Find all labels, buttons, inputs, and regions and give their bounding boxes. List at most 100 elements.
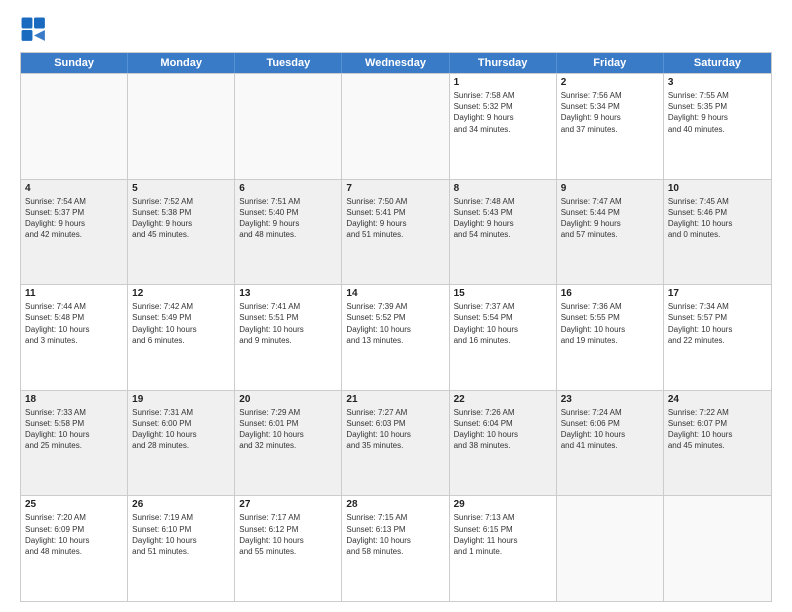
calendar-cell: [128, 74, 235, 179]
cell-info: Sunrise: 7:22 AM Sunset: 6:07 PM Dayligh…: [668, 407, 767, 452]
calendar-cell: [21, 74, 128, 179]
cell-info: Sunrise: 7:55 AM Sunset: 5:35 PM Dayligh…: [668, 90, 767, 135]
cell-date-number: 18: [25, 394, 123, 405]
calendar-cell: 5Sunrise: 7:52 AM Sunset: 5:38 PM Daylig…: [128, 180, 235, 285]
cell-info: Sunrise: 7:41 AM Sunset: 5:51 PM Dayligh…: [239, 301, 337, 346]
cell-date-number: 3: [668, 77, 767, 88]
calendar-cell: 1Sunrise: 7:58 AM Sunset: 5:32 PM Daylig…: [450, 74, 557, 179]
cell-date-number: 11: [25, 288, 123, 299]
cell-info: Sunrise: 7:17 AM Sunset: 6:12 PM Dayligh…: [239, 512, 337, 557]
calendar-cell: 4 Sunrise: 7:54 AM Sunset: 5:37 PM Daylig…: [21, 180, 128, 285]
calendar-cell: [664, 496, 771, 601]
calendar-cell: 10Sunrise: 7:45 AM Sunset: 5:46 PM Dayli…: [664, 180, 771, 285]
cell-info: Sunrise: 7:42 AM Sunset: 5:49 PM Dayligh…: [132, 301, 230, 346]
cell-info: Sunrise: 7:26 AM Sunset: 6:04 PM Dayligh…: [454, 407, 552, 452]
calendar-cell: 15 Sunrise: 7:37 AM Sunset: 5:54 PM Dayli…: [450, 285, 557, 390]
day-header-thursday: Thursday: [450, 53, 557, 73]
calendar-cell: 19 Sunrise: 7:31 AM Sunset: 6:00 PM Dayli…: [128, 391, 235, 496]
calendar-row-2: 4 Sunrise: 7:54 AM Sunset: 5:37 PM Daylig…: [21, 179, 771, 285]
logo: [20, 16, 52, 44]
calendar-cell: 23 Sunrise: 7:24 AM Sunset: 6:06 PM Dayli…: [557, 391, 664, 496]
calendar-row-1: 1Sunrise: 7:58 AM Sunset: 5:32 PM Daylig…: [21, 73, 771, 179]
calendar-cell: 27Sunrise: 7:17 AM Sunset: 6:12 PM Dayli…: [235, 496, 342, 601]
calendar-cell: 26 Sunrise: 7:19 AM Sunset: 6:10 PM Dayli…: [128, 496, 235, 601]
calendar-cell: 6 Sunrise: 7:51 AM Sunset: 5:40 PM Daylig…: [235, 180, 342, 285]
calendar-row-5: 25 Sunrise: 7:20 AM Sunset: 6:09 PM Dayli…: [21, 495, 771, 601]
cell-info: Sunrise: 7:24 AM Sunset: 6:06 PM Dayligh…: [561, 407, 659, 452]
day-header-tuesday: Tuesday: [235, 53, 342, 73]
cell-date-number: 4: [25, 183, 123, 194]
calendar-cell: 14Sunrise: 7:39 AM Sunset: 5:52 PM Dayli…: [342, 285, 449, 390]
calendar-cell: 9 Sunrise: 7:47 AM Sunset: 5:44 PM Daylig…: [557, 180, 664, 285]
calendar-cell: 7 Sunrise: 7:50 AM Sunset: 5:41 PM Daylig…: [342, 180, 449, 285]
cell-date-number: 8: [454, 183, 552, 194]
cell-date-number: 13: [239, 288, 337, 299]
calendar-cell: 24 Sunrise: 7:22 AM Sunset: 6:07 PM Dayli…: [664, 391, 771, 496]
cell-date-number: 9: [561, 183, 659, 194]
calendar-body: 1Sunrise: 7:58 AM Sunset: 5:32 PM Daylig…: [21, 73, 771, 601]
cell-info: Sunrise: 7:37 AM Sunset: 5:54 PM Dayligh…: [454, 301, 552, 346]
cell-info: Sunrise: 7:48 AM Sunset: 5:43 PM Dayligh…: [454, 196, 552, 241]
cell-date-number: 12: [132, 288, 230, 299]
day-header-friday: Friday: [557, 53, 664, 73]
cell-info: Sunrise: 7:56 AM Sunset: 5:34 PM Dayligh…: [561, 90, 659, 135]
cell-date-number: 2: [561, 77, 659, 88]
calendar-cell: [235, 74, 342, 179]
calendar-cell: 28 Sunrise: 7:15 AM Sunset: 6:13 PM Dayli…: [342, 496, 449, 601]
cell-info: Sunrise: 7:29 AM Sunset: 6:01 PM Dayligh…: [239, 407, 337, 452]
cell-info: Sunrise: 7:54 AM Sunset: 5:37 PM Dayligh…: [25, 196, 123, 241]
cell-date-number: 24: [668, 394, 767, 405]
cell-date-number: 16: [561, 288, 659, 299]
day-header-monday: Monday: [128, 53, 235, 73]
cell-date-number: 20: [239, 394, 337, 405]
calendar-row-3: 11 Sunrise: 7:44 AM Sunset: 5:48 PM Dayli…: [21, 284, 771, 390]
cell-date-number: 25: [25, 499, 123, 510]
calendar-cell: 13 Sunrise: 7:41 AM Sunset: 5:51 PM Dayli…: [235, 285, 342, 390]
day-header-saturday: Saturday: [664, 53, 771, 73]
calendar-cell: 17 Sunrise: 7:34 AM Sunset: 5:57 PM Dayli…: [664, 285, 771, 390]
cell-date-number: 17: [668, 288, 767, 299]
calendar: SundayMondayTuesdayWednesdayThursdayFrid…: [20, 52, 772, 602]
cell-info: Sunrise: 7:31 AM Sunset: 6:00 PM Dayligh…: [132, 407, 230, 452]
cell-info: Sunrise: 7:47 AM Sunset: 5:44 PM Dayligh…: [561, 196, 659, 241]
calendar-cell: 25 Sunrise: 7:20 AM Sunset: 6:09 PM Dayli…: [21, 496, 128, 601]
cell-date-number: 28: [346, 499, 444, 510]
cell-date-number: 29: [454, 499, 552, 510]
cell-info: Sunrise: 7:34 AM Sunset: 5:57 PM Dayligh…: [668, 301, 767, 346]
cell-info: Sunrise: 7:51 AM Sunset: 5:40 PM Dayligh…: [239, 196, 337, 241]
calendar-cell: 3 Sunrise: 7:55 AM Sunset: 5:35 PM Daylig…: [664, 74, 771, 179]
calendar-cell: 18 Sunrise: 7:33 AM Sunset: 5:58 PM Dayli…: [21, 391, 128, 496]
cell-info: Sunrise: 7:45 AM Sunset: 5:46 PM Dayligh…: [668, 196, 767, 241]
cell-date-number: 26: [132, 499, 230, 510]
cell-date-number: 15: [454, 288, 552, 299]
calendar-cell: 12 Sunrise: 7:42 AM Sunset: 5:49 PM Dayli…: [128, 285, 235, 390]
cell-info: Sunrise: 7:36 AM Sunset: 5:55 PM Dayligh…: [561, 301, 659, 346]
cell-info: Sunrise: 7:50 AM Sunset: 5:41 PM Dayligh…: [346, 196, 444, 241]
cell-info: Sunrise: 7:33 AM Sunset: 5:58 PM Dayligh…: [25, 407, 123, 452]
cell-date-number: 7: [346, 183, 444, 194]
cell-date-number: 19: [132, 394, 230, 405]
calendar-row-4: 18 Sunrise: 7:33 AM Sunset: 5:58 PM Dayli…: [21, 390, 771, 496]
header: [20, 16, 772, 44]
cell-info: Sunrise: 7:15 AM Sunset: 6:13 PM Dayligh…: [346, 512, 444, 557]
cell-date-number: 23: [561, 394, 659, 405]
calendar-cell: [342, 74, 449, 179]
cell-info: Sunrise: 7:20 AM Sunset: 6:09 PM Dayligh…: [25, 512, 123, 557]
calendar-cell: 20 Sunrise: 7:29 AM Sunset: 6:01 PM Dayli…: [235, 391, 342, 496]
calendar-cell: [557, 496, 664, 601]
cell-date-number: 6: [239, 183, 337, 194]
calendar-cell: 16 Sunrise: 7:36 AM Sunset: 5:55 PM Dayli…: [557, 285, 664, 390]
calendar-cell: 22Sunrise: 7:26 AM Sunset: 6:04 PM Dayli…: [450, 391, 557, 496]
calendar-page: SundayMondayTuesdayWednesdayThursdayFrid…: [0, 0, 792, 612]
day-header-sunday: Sunday: [21, 53, 128, 73]
calendar-cell: 8 Sunrise: 7:48 AM Sunset: 5:43 PM Daylig…: [450, 180, 557, 285]
cell-info: Sunrise: 7:13 AM Sunset: 6:15 PM Dayligh…: [454, 512, 552, 557]
cell-date-number: 1: [454, 77, 552, 88]
cell-info: Sunrise: 7:19 AM Sunset: 6:10 PM Dayligh…: [132, 512, 230, 557]
cell-info: Sunrise: 7:44 AM Sunset: 5:48 PM Dayligh…: [25, 301, 123, 346]
cell-date-number: 14: [346, 288, 444, 299]
calendar-cell: 21Sunrise: 7:27 AM Sunset: 6:03 PM Dayli…: [342, 391, 449, 496]
calendar-cell: 11 Sunrise: 7:44 AM Sunset: 5:48 PM Dayli…: [21, 285, 128, 390]
cell-date-number: 5: [132, 183, 230, 194]
calendar-cell: 2 Sunrise: 7:56 AM Sunset: 5:34 PM Daylig…: [557, 74, 664, 179]
